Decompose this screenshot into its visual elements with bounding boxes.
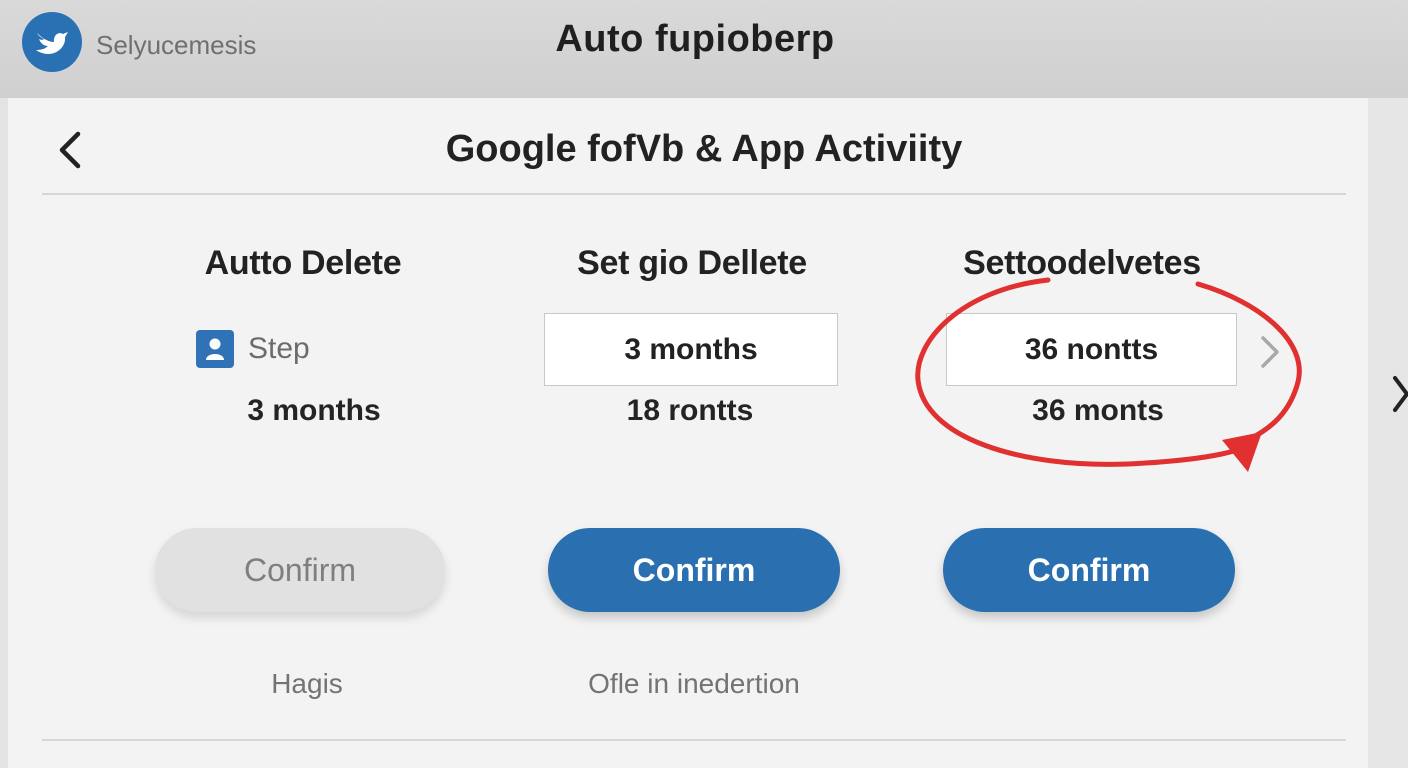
next-button[interactable] (1254, 332, 1284, 372)
column-heading-set-delete: Set gio Dellete (577, 244, 807, 282)
retention-select[interactable]: 36 nontts (946, 313, 1237, 386)
chevron-right-icon (1261, 336, 1279, 368)
confirm-button[interactable]: Confirm (943, 528, 1235, 612)
page-title: Google fofVb & App Activiity (445, 128, 963, 170)
retention-value: 18 rontts (626, 394, 754, 427)
side-strip (1368, 98, 1408, 768)
retention-value: 36 monts (1032, 394, 1164, 427)
header-divider (42, 193, 1346, 195)
window-title: Auto fupioberp (555, 18, 835, 60)
confirm-button[interactable]: Confirm (548, 528, 840, 612)
caption: Ofle in inedertion (588, 668, 800, 699)
chevron-right-icon (1393, 376, 1408, 412)
column-heading-set-to-delete: Settoodelvetes (963, 244, 1201, 282)
confirm-button-disabled[interactable]: Confirm (155, 528, 445, 612)
scroll-right-button[interactable] (1390, 372, 1408, 416)
user-badge-icon (196, 330, 234, 368)
retention-select[interactable]: 3 months (544, 313, 838, 386)
footer-divider (42, 739, 1346, 741)
step-label: Step (248, 332, 310, 365)
user-glyph (206, 338, 224, 360)
column-heading-auto-delete: Autto Delete (204, 244, 402, 282)
caption: Hagis (271, 668, 343, 699)
retention-value: 3 months (247, 394, 381, 427)
